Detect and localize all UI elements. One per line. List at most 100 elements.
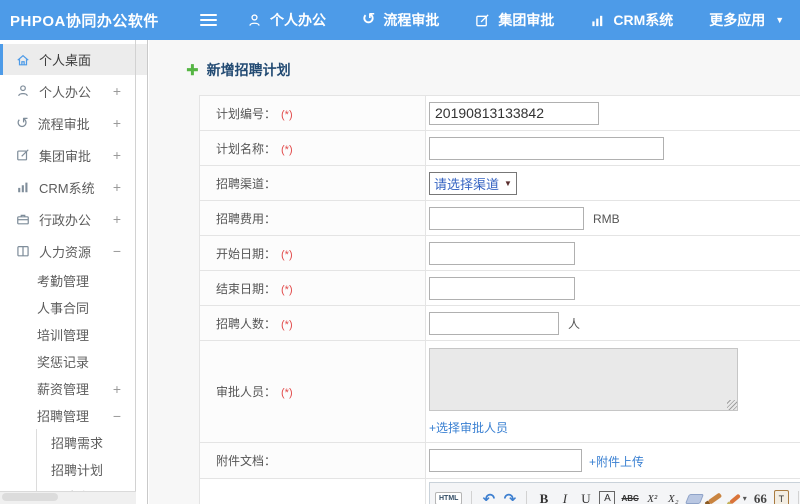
sidebar-item-hr-contract[interactable]: 人事合同 [0,294,147,321]
sidebar-label: 个人办公 [39,84,92,100]
expand-plus-icon[interactable]: + [113,381,121,397]
editor-redo-icon[interactable]: ↷ [502,490,517,504]
attachment-input[interactable] [429,449,582,472]
sidebar-label: 招聘管理 [37,409,90,424]
plan-number-input[interactable] [429,101,599,125]
select-caret-icon: ▼ [504,178,512,188]
channel-select[interactable]: 请选择渠道 ▼ [429,171,517,195]
required-marker: (*) [281,283,293,296]
form-row-attachment: 附件文档： +附件上传 [199,442,800,479]
nav-label: 集团审批 [498,12,555,28]
sidebar-label: 人事合同 [37,301,90,316]
required-marker: (*) [281,248,293,261]
field-label: 计划名称： [216,141,277,156]
bar-chart-icon [592,15,603,26]
sidebar-item-process-approval[interactable]: ↺ 流程审批 + [0,107,147,139]
start-date-input[interactable] [429,241,575,265]
editor-superscript-button[interactable]: X² [645,490,660,504]
select-approvers-link[interactable]: +选择审批人员 [429,421,508,435]
sidebar-item-rewards[interactable]: 奖惩记录 [0,348,147,375]
top-nav-menu: 个人办公 ↺ 流程审批 集团审批 CRM系统 更多应用 ▼ [247,10,784,30]
expand-plus-icon[interactable]: + [113,147,121,163]
sidebar-label: 考勤管理 [37,274,90,289]
approvers-textarea[interactable] [429,348,738,411]
sidebar-item-recruit-mgmt[interactable]: 招聘管理 − [0,402,147,429]
editor-blockquote-button[interactable]: 66 [753,490,768,504]
nav-item-more-apps[interactable]: 更多应用 ▼ [709,10,784,30]
editor-format-brush-icon[interactable] [708,492,723,504]
recruit-plan-form: 计划编号： (*) 计划名称： (*) 招聘渠道： 请选择渠道 ▼ 招聘费用： RM… [199,95,800,504]
sidebar-item-training[interactable]: 培训管理 [0,321,147,348]
nav-label: 个人办公 [270,12,326,28]
process-approval-icon: ↺ [16,114,29,132]
sidebar-item-personal-office[interactable]: 个人办公 + [0,75,147,107]
book-icon [17,246,29,257]
nav-label: 流程审批 [383,12,440,28]
nav-item-personal-office[interactable]: 个人办公 [247,10,326,30]
nav-item-crm[interactable]: CRM系统 [590,10,673,30]
editor-subscript-button[interactable]: X₂ [666,490,681,504]
editor-remove-format-icon[interactable] [684,493,704,504]
sidebar-label: 人力资源 [39,244,92,260]
collapse-minus-icon[interactable]: − [113,408,121,424]
attachment-upload-link[interactable]: +附件上传 [589,455,644,469]
required-marker: (*) [281,318,293,331]
field-label: 开始日期： [216,246,277,261]
field-label: 招聘费用： [216,211,277,226]
sidebar-scrollbar-track[interactable] [135,40,136,492]
editor-html-source-button[interactable]: HTML [435,492,463,504]
editor-italic-button[interactable]: I [557,490,572,504]
editor-strikethrough-button[interactable]: ABC [621,490,638,504]
sidebar-label: 行政办公 [39,212,92,228]
page-title-text: 新增招聘计划 [206,62,291,78]
editor-underline-button[interactable]: U [578,490,593,504]
collapse-minus-icon[interactable]: − [113,243,121,259]
sidebar-item-personal-desktop[interactable]: 个人桌面 [0,44,147,75]
nav-item-group-approval[interactable]: 集团审批 [475,10,554,30]
resize-handle-icon[interactable] [727,400,737,410]
editor-paste-text-icon[interactable]: T [773,490,789,504]
sidebar-item-salary[interactable]: 薪资管理 + [0,375,147,402]
sidebar-item-admin-office[interactable]: 行政办公 + [0,203,147,235]
home-icon [17,54,29,65]
sidebar-item-group-approval[interactable]: 集团审批 + [0,139,147,171]
rich-text-editor: HTML ↶ ↷ B I U A ABC X² X₂ ▾ 66 T [429,482,800,504]
sidebar-item-attendance[interactable]: 考勤管理 [0,267,147,294]
plan-name-input[interactable] [429,136,664,160]
required-marker: (*) [281,108,293,121]
end-date-input[interactable] [429,276,575,300]
add-plus-icon: ✚ [186,62,199,79]
caret-down-icon: ▼ [775,15,785,25]
sidebar-item-crm[interactable]: CRM系统 + [0,171,147,203]
editor-undo-icon[interactable]: ↶ [481,490,496,504]
expand-plus-icon[interactable]: + [113,211,121,227]
sidebar-label: 薪资管理 [37,382,90,397]
field-label: 审批人员： [216,385,277,399]
user-icon [18,85,28,97]
menu-toggle-icon[interactable] [200,11,217,29]
required-marker: (*) [281,143,293,156]
sidebar-horizontal-scrollbar[interactable] [0,491,136,504]
editor-bold-button[interactable]: B [536,490,551,504]
sidebar-label: 集团审批 [39,148,92,164]
editor-highlight-pen-icon[interactable] [728,493,741,504]
briefcase-icon [17,214,29,225]
sidebar-item-hr[interactable]: 人力资源 − [0,235,147,267]
user-icon [249,13,260,26]
field-label: 招聘渠道： [216,176,277,191]
expand-plus-icon[interactable]: + [113,83,121,99]
editor-text-style-button[interactable]: A [599,491,616,504]
sidebar-item-recruit-plan[interactable]: 招聘计划 [37,456,147,483]
app-window: PHPOA协同办公软件 个人办公 ↺ 流程审批 集团审批 CRM系统 更多应用 … [0,0,800,504]
expand-plus-icon[interactable]: + [113,115,121,131]
main-content: ✚ 新增招聘计划 计划编号： (*) 计划名称： (*) 招聘渠道： 请选择渠道 ▼ [149,40,800,504]
channel-select-value: 请选择渠道 [434,176,500,192]
nav-item-process-approval[interactable]: ↺ 流程审批 [362,10,439,30]
nav-label: 更多应用 [709,12,766,28]
sidebar-label: CRM系统 [39,180,95,196]
expand-plus-icon[interactable]: + [113,179,121,195]
headcount-input[interactable] [429,311,559,335]
sidebar-item-recruit-demand[interactable]: 招聘需求 [37,429,147,456]
app-logo: PHPOA协同办公软件 [10,12,159,30]
cost-input[interactable] [429,206,584,230]
